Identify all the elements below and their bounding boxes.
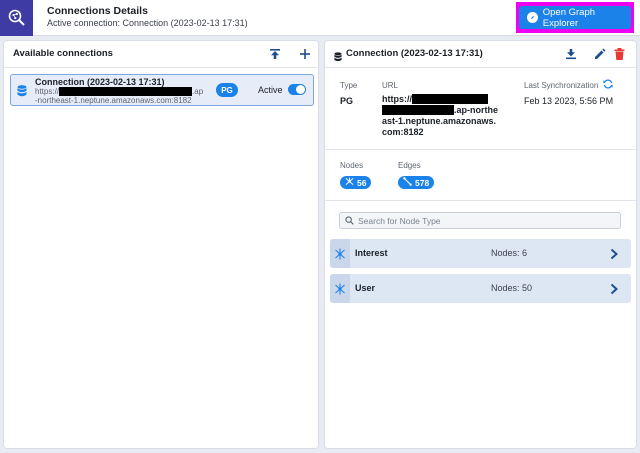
search-input[interactable] bbox=[358, 215, 608, 226]
import-icon[interactable] bbox=[267, 46, 283, 62]
edge-icon bbox=[403, 177, 412, 188]
connection-name: Connection (2023-02-13 17:31) bbox=[35, 77, 165, 87]
node-type-row[interactable]: User Nodes: 50 bbox=[330, 274, 631, 303]
chevron-right-icon[interactable] bbox=[609, 247, 619, 265]
page-title: Connections Details bbox=[47, 5, 148, 17]
panel-title: Available connections bbox=[13, 48, 113, 59]
sync-label: Last Synchronization bbox=[524, 81, 599, 90]
database-icon bbox=[17, 84, 27, 102]
active-toggle[interactable] bbox=[288, 84, 306, 95]
redacted-block bbox=[59, 87, 193, 96]
export-icon[interactable] bbox=[563, 46, 579, 62]
type-label: Type bbox=[340, 81, 358, 90]
connection-details-panel: Connection (2023-02-13 17:31) Type PG UR… bbox=[324, 40, 637, 449]
nodes-count-badge: 56 bbox=[340, 176, 372, 189]
search-icon bbox=[345, 212, 354, 230]
type-badge: PG bbox=[216, 83, 238, 97]
divider bbox=[325, 200, 636, 201]
chevron-right-icon[interactable] bbox=[609, 282, 619, 300]
open-graph-explorer-button[interactable]: Open Graph Explorer bbox=[519, 6, 631, 29]
url-line2: .ap-northe bbox=[382, 105, 502, 116]
compass-icon bbox=[527, 12, 538, 23]
open-graph-explorer-label: Open Graph Explorer bbox=[542, 6, 596, 29]
nodes-label: Nodes bbox=[340, 161, 364, 170]
node-type-name: User bbox=[355, 283, 376, 293]
redacted-block bbox=[382, 105, 454, 115]
node-type-icon bbox=[330, 239, 350, 268]
node-type-icon bbox=[330, 274, 350, 303]
connection-url-line1: https://.ap bbox=[35, 87, 204, 96]
available-connections-panel: Available connections Connection (2023-0… bbox=[3, 40, 319, 449]
connection-title: Connection (2023-02-13 17:31) bbox=[346, 48, 483, 59]
app-header: Connections Details Active connection: C… bbox=[0, 0, 640, 36]
node-icon bbox=[345, 177, 354, 188]
divider bbox=[4, 67, 318, 68]
active-connection-subtitle: Active connection: Connection (2023-02-1… bbox=[47, 18, 248, 28]
edges-count-badge: 578 bbox=[398, 176, 435, 189]
graph-search-icon bbox=[0, 0, 33, 36]
redacted-block bbox=[412, 94, 488, 104]
node-type-count: Nodes: 6 bbox=[491, 248, 528, 258]
connection-card[interactable]: Connection (2023-02-13 17:31) https://.a… bbox=[10, 74, 314, 106]
url-line1: https:// bbox=[382, 94, 502, 105]
type-value: PG bbox=[340, 96, 354, 106]
database-icon bbox=[334, 49, 342, 67]
url-value: https:// .ap-northe ast-1.neptune.amazon… bbox=[382, 94, 502, 138]
divider bbox=[325, 149, 636, 150]
node-type-name: Interest bbox=[355, 248, 388, 258]
node-type-row[interactable]: Interest Nodes: 6 bbox=[330, 239, 631, 268]
active-label: Active bbox=[258, 85, 283, 95]
url-line3: ast-1.neptune.amazonaws. bbox=[382, 116, 497, 126]
edit-icon[interactable] bbox=[592, 46, 608, 62]
delete-icon[interactable] bbox=[611, 46, 627, 62]
node-type-count: Nodes: 50 bbox=[491, 283, 533, 293]
url-line4: com:8182 bbox=[382, 127, 424, 137]
divider bbox=[325, 67, 636, 68]
edges-label: Edges bbox=[398, 161, 421, 170]
node-type-search[interactable] bbox=[339, 212, 621, 229]
add-connection-icon[interactable] bbox=[297, 46, 313, 62]
connection-url-line2: -northeast-1.neptune.amazonaws.com:8182 bbox=[35, 96, 192, 105]
url-label: URL bbox=[382, 81, 399, 90]
refresh-icon[interactable] bbox=[602, 78, 614, 90]
sync-value: Feb 13 2023, 5:56 PM bbox=[524, 96, 614, 106]
